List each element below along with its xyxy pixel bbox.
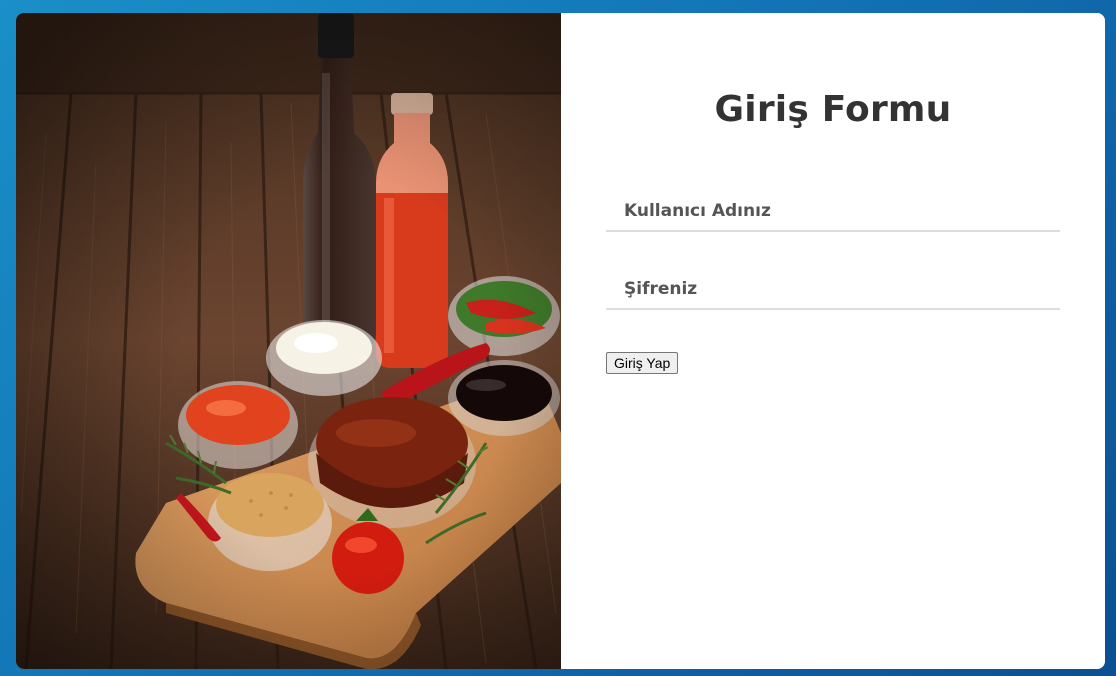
form-title: Giriş Formu bbox=[714, 89, 952, 130]
username-input[interactable] bbox=[606, 192, 1060, 232]
password-input[interactable] bbox=[606, 270, 1060, 310]
login-form: Giriş Formu Giriş Yap bbox=[561, 13, 1105, 669]
login-card: Giriş Formu Giriş Yap bbox=[16, 13, 1105, 669]
sauces-photo bbox=[16, 13, 561, 669]
login-submit-button[interactable]: Giriş Yap bbox=[606, 352, 679, 374]
